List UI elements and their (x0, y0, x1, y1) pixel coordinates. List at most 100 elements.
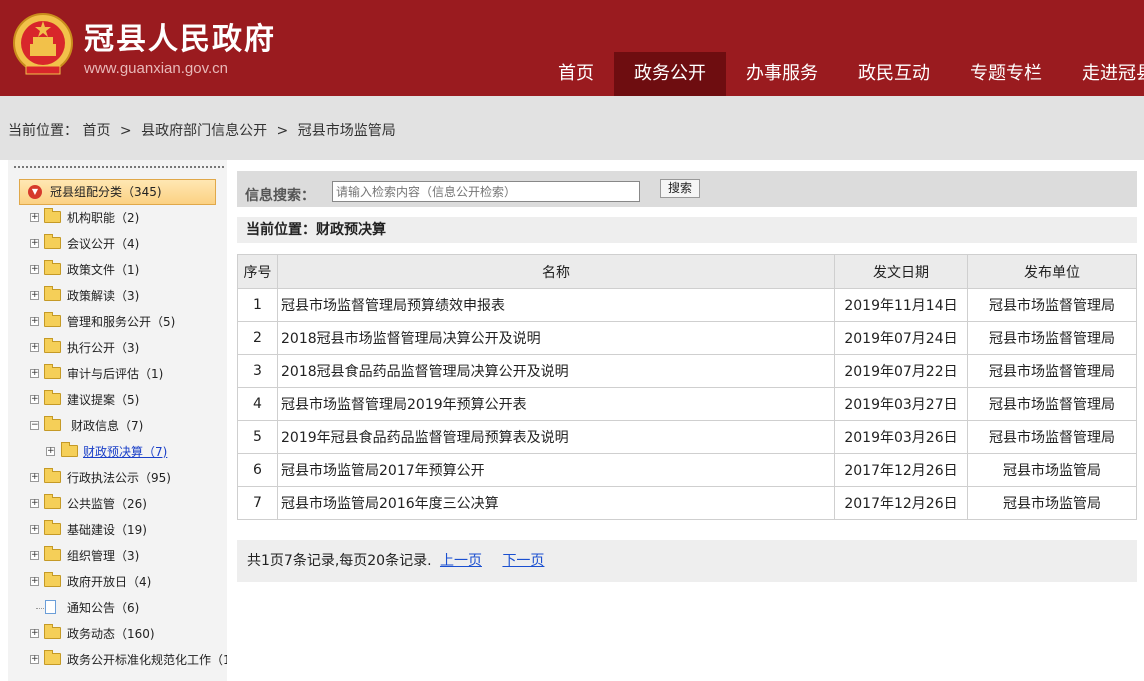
nav-interaction[interactable]: 政民互动 (838, 52, 950, 96)
row-number: 1 (237, 288, 278, 322)
tree-item[interactable]: + 基础建设（19) (8, 517, 227, 543)
tree-item[interactable]: + 政府开放日（4) (8, 569, 227, 595)
search-button[interactable]: 搜索 (660, 179, 700, 198)
expand-icon[interactable]: + (30, 213, 39, 222)
breadcrumb: 当前位置： 首页 > 县政府部门信息公开 > 冠县市场监管局 (8, 120, 396, 140)
document-link[interactable]: 2018冠县市场监督管理局决算公开及说明 (277, 321, 835, 355)
search-bar: 信息搜索： 搜索 (237, 171, 1137, 207)
nav-special-topics[interactable]: 专题专栏 (950, 52, 1062, 96)
tree-item[interactable]: + 执行公开（3) (8, 335, 227, 361)
nav-home[interactable]: 首页 (538, 52, 614, 96)
expand-icon[interactable]: + (30, 577, 39, 586)
expand-icon[interactable]: + (30, 655, 39, 664)
expand-icon[interactable]: + (30, 473, 39, 482)
folder-icon (61, 442, 78, 457)
tree-root[interactable]: ▼ 冠县组配分类（345) (19, 179, 216, 205)
tree-item[interactable]: + 机构职能（2) (8, 205, 227, 231)
folder-icon (44, 286, 61, 301)
table-row: 7 冠县市场监管局2016年度三公决算 2017年12月26日 冠县市场监管局 (237, 486, 1137, 520)
expand-icon[interactable]: + (30, 499, 39, 508)
breadcrumb-dept-info[interactable]: 县政府部门信息公开 (141, 123, 267, 139)
expand-icon[interactable]: + (46, 447, 55, 456)
tree-item[interactable]: + 审计与后评估（1) (8, 361, 227, 387)
publisher: 冠县市场监督管理局 (967, 420, 1137, 454)
tree-item[interactable]: + 建议提案（5) (8, 387, 227, 413)
collapse-icon[interactable]: ▼ (28, 185, 42, 199)
site-url: www.guanxian.gov.cn (84, 60, 228, 77)
breadcrumb-label: 当前位置： (8, 123, 78, 139)
nav-government-affairs[interactable]: 政务公开 (614, 52, 726, 96)
expand-icon[interactable]: + (30, 629, 39, 638)
document-link[interactable]: 冠县市场监管局2016年度三公决算 (277, 486, 835, 520)
main-nav: 首页 政务公开 办事服务 政民互动 专题专栏 走进冠县 (538, 52, 1144, 96)
breadcrumb-market-bureau[interactable]: 冠县市场监管局 (298, 123, 396, 139)
expand-icon[interactable]: + (30, 291, 39, 300)
breadcrumb-separator: > (119, 123, 132, 139)
category-tree: + 机构职能（2) + 会议公开（4) + 政策文件（1) + 政策解读（3) + 管理和… (8, 205, 227, 673)
tree-item[interactable]: + 会议公开（4) (8, 231, 227, 257)
table-row: 4 冠县市场监督管理局2019年预算公开表 2019年03月27日 冠县市场监督… (237, 387, 1137, 421)
current-position: 当前位置：财政预决算 (237, 217, 1137, 243)
tree-item[interactable]: 通知公告（6) (8, 595, 227, 621)
publish-date: 2019年07月24日 (834, 321, 968, 355)
document-link[interactable]: 冠县市场监督管理局2019年预算公开表 (277, 387, 835, 421)
table-row: 2 2018冠县市场监督管理局决算公开及说明 2019年07月24日 冠县市场监… (237, 321, 1137, 355)
expand-icon[interactable]: + (30, 369, 39, 378)
table-row: 3 2018冠县食品药品监督管理局决算公开及说明 2019年07月22日 冠县市… (237, 354, 1137, 388)
pagination-summary: 共1页7条记录,每页20条记录. (247, 553, 432, 569)
folder-icon (44, 234, 61, 249)
tree-item[interactable]: + 行政执法公示（95) (8, 465, 227, 491)
document-link[interactable]: 冠县市场监管局2017年预算公开 (277, 453, 835, 487)
publish-date: 2019年07月22日 (834, 354, 968, 388)
collapse-icon[interactable]: − (30, 421, 39, 430)
site-header: 冠县人民政府 www.guanxian.gov.cn 首页 政务公开 办事服务 … (0, 0, 1144, 96)
column-header-date: 发文日期 (834, 254, 968, 289)
nav-about-county[interactable]: 走进冠县 (1062, 52, 1144, 96)
expand-icon[interactable]: + (30, 525, 39, 534)
tree-item-budget-final-accounts[interactable]: + 财政预决算（7) (8, 439, 227, 465)
nav-services[interactable]: 办事服务 (726, 52, 838, 96)
folder-icon (44, 390, 61, 405)
folder-icon (44, 208, 61, 223)
breadcrumb-bar: 当前位置： 首页 > 县政府部门信息公开 > 冠县市场监管局 (0, 96, 1144, 160)
folder-icon (44, 494, 61, 509)
row-number: 6 (237, 453, 278, 487)
folder-icon (44, 572, 61, 587)
tree-item[interactable]: + 政务公开标准化规范化工作（1 (8, 647, 227, 673)
column-header-name: 名称 (277, 254, 835, 289)
tree-item-finance-info[interactable]: − 财政信息（7) (8, 413, 227, 439)
publisher: 冠县市场监管局 (967, 453, 1137, 487)
folder-open-icon (44, 416, 61, 431)
tree-item[interactable]: + 管理和服务公开（5) (8, 309, 227, 335)
expand-icon[interactable]: + (30, 395, 39, 404)
expand-icon[interactable]: + (30, 265, 39, 274)
folder-icon (44, 546, 61, 561)
next-page-link[interactable]: 下一页 (502, 553, 544, 569)
tree-root-label: 冠县组配分类（345) (50, 185, 162, 199)
document-icon (45, 600, 56, 614)
search-input[interactable] (332, 181, 640, 202)
document-link[interactable]: 冠县市场监督管理局预算绩效申报表 (277, 288, 835, 322)
document-link[interactable]: 2018冠县食品药品监督管理局决算公开及说明 (277, 354, 835, 388)
expand-icon[interactable]: + (30, 551, 39, 560)
document-link[interactable]: 2019年冠县食品药品监督管理局预算表及说明 (277, 420, 835, 454)
folder-icon (44, 312, 61, 327)
expand-icon[interactable]: + (30, 317, 39, 326)
tree-item[interactable]: + 公共监管（26) (8, 491, 227, 517)
row-number: 4 (237, 387, 278, 421)
publisher: 冠县市场监管局 (967, 486, 1137, 520)
publish-date: 2019年03月27日 (834, 387, 968, 421)
tree-item[interactable]: + 组织管理（3) (8, 543, 227, 569)
publisher: 冠县市场监督管理局 (967, 354, 1137, 388)
tree-item[interactable]: + 政策文件（1) (8, 257, 227, 283)
expand-icon[interactable]: + (30, 343, 39, 352)
column-header-no: 序号 (237, 254, 278, 289)
expand-icon[interactable]: + (30, 239, 39, 248)
publish-date: 2019年03月26日 (834, 420, 968, 454)
search-label: 信息搜索： (245, 188, 315, 204)
tree-item[interactable]: + 政务动态（160) (8, 621, 227, 647)
prev-page-link[interactable]: 上一页 (440, 553, 482, 569)
tree-item[interactable]: + 政策解读（3) (8, 283, 227, 309)
folder-icon (44, 338, 61, 353)
breadcrumb-home[interactable]: 首页 (82, 123, 110, 139)
